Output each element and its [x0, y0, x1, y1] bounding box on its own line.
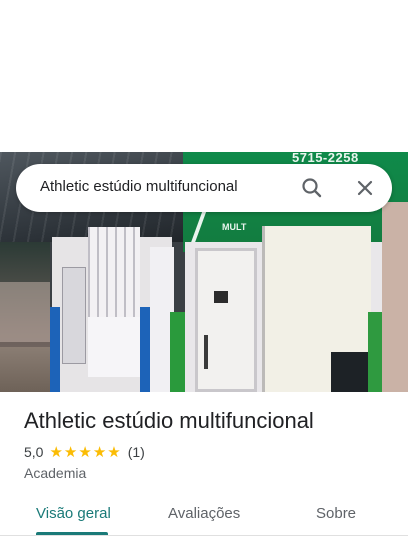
rating-stars: ★ ★ ★ ★ ★ — [49, 445, 121, 460]
entrance-door — [195, 248, 257, 392]
star-icon: ★ — [107, 443, 121, 461]
review-count[interactable]: (1) — [128, 444, 145, 460]
search-input[interactable]: Athletic estúdio multifuncional — [40, 178, 238, 195]
star-icon: ★ — [63, 443, 78, 461]
search-bar[interactable]: Athletic estúdio multifuncional — [16, 164, 392, 212]
tab-reviews[interactable]: Avaliações — [168, 505, 240, 522]
storefront-window — [262, 226, 371, 392]
tab-about[interactable]: Sobre — [316, 505, 356, 522]
tab-divider — [0, 535, 408, 536]
tab-overview[interactable]: Visão geral — [36, 505, 111, 522]
close-icon[interactable] — [351, 174, 379, 202]
place-title: Athletic estúdio multifuncional — [24, 408, 314, 433]
place-category: Academia — [24, 465, 87, 481]
rating-row[interactable]: 5,0 ★ ★ ★ ★ ★ (1) — [24, 444, 145, 460]
star-icon: ★ — [78, 443, 92, 461]
search-icon[interactable] — [298, 174, 326, 202]
star-icon: ★ — [49, 443, 63, 461]
sign-word: MULT — [222, 222, 247, 232]
rating-value: 5,0 — [24, 444, 44, 460]
star-icon: ★ — [92, 443, 107, 461]
